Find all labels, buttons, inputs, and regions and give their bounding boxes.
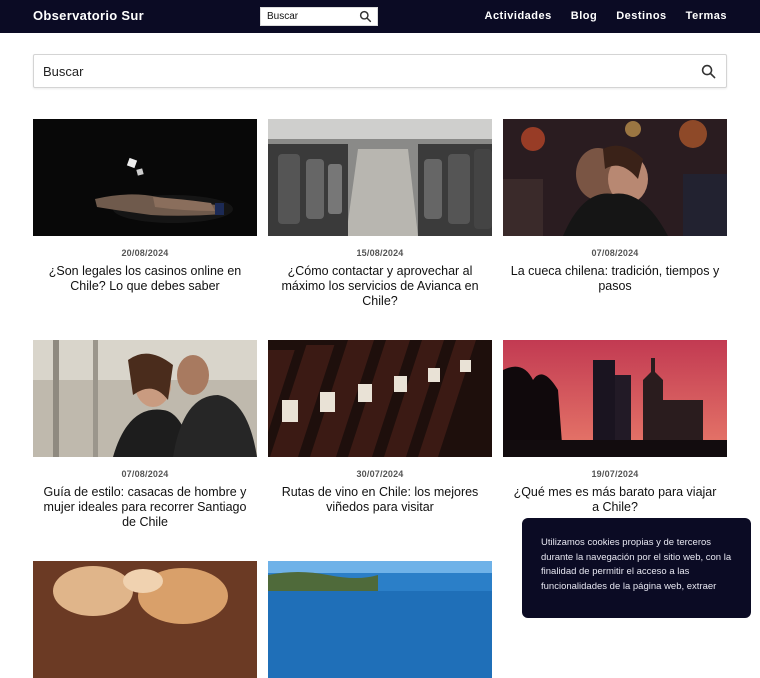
post-card[interactable]: 19/07/2024 ¿Qué mes es más barato para v… (503, 340, 727, 515)
header-search (260, 7, 378, 26)
main-search (33, 54, 727, 88)
post-image-wine-bottles[interactable] (268, 340, 492, 457)
nav-link-destinos[interactable]: Destinos (616, 10, 666, 22)
post-date: 20/08/2024 (121, 248, 169, 258)
post-title[interactable]: La cueca chilena: tradición, tiempos y p… (503, 264, 727, 294)
post-image-santiago-sunset[interactable] (503, 340, 727, 457)
post-card[interactable] (33, 561, 257, 678)
post-image-couple-jackets[interactable] (33, 340, 257, 457)
post-date: 30/07/2024 (356, 469, 404, 479)
header-search-input[interactable] (261, 8, 357, 25)
search-icon[interactable] (701, 64, 716, 79)
post-date: 07/08/2024 (121, 469, 169, 479)
nav-link-blog[interactable]: Blog (571, 10, 597, 22)
main-search-input[interactable] (34, 55, 674, 87)
post-title[interactable]: ¿Qué mes es más barato para viajar a Chi… (503, 485, 727, 515)
post-card[interactable] (268, 561, 492, 678)
post-title[interactable]: ¿Cómo contactar y aprovechar al máximo l… (268, 264, 492, 309)
post-date: 19/07/2024 (591, 469, 639, 479)
post-image-food-plate[interactable] (33, 561, 257, 678)
post-image-couple-dancing[interactable] (503, 119, 727, 236)
post-card[interactable]: 07/08/2024 Guía de estilo: casacas de ho… (33, 340, 257, 530)
site-logo[interactable]: Observatorio Sur (33, 8, 144, 23)
post-card[interactable]: 20/08/2024 ¿Son legales los casinos onli… (33, 119, 257, 294)
post-image-coast-sea[interactable] (268, 561, 492, 678)
main-nav: Actividades Blog Destinos Termas (466, 10, 728, 22)
post-image-airplane-cabin[interactable] (268, 119, 492, 236)
post-title[interactable]: Guía de estilo: casacas de hombre y muje… (33, 485, 257, 530)
cookie-banner: Utilizamos cookies propias y de terceros… (522, 518, 751, 618)
post-card[interactable]: 07/08/2024 La cueca chilena: tradición, … (503, 119, 727, 294)
post-image-hand-dice[interactable] (33, 119, 257, 236)
post-card[interactable]: 15/08/2024 ¿Cómo contactar y aprovechar … (268, 119, 492, 309)
post-title[interactable]: ¿Son legales los casinos online en Chile… (33, 264, 257, 294)
post-title[interactable]: Rutas de vino en Chile: los mejores viñe… (268, 485, 492, 515)
search-icon[interactable] (359, 10, 372, 23)
post-date: 15/08/2024 (356, 248, 404, 258)
nav-link-termas[interactable]: Termas (686, 10, 727, 22)
cookie-banner-text: Utilizamos cookies propias y de terceros… (541, 537, 732, 592)
post-date: 07/08/2024 (591, 248, 639, 258)
top-navbar: Observatorio Sur Actividades Blog Destin… (0, 0, 760, 33)
post-card[interactable]: 30/07/2024 Rutas de vino en Chile: los m… (268, 340, 492, 515)
nav-link-actividades[interactable]: Actividades (485, 10, 552, 22)
